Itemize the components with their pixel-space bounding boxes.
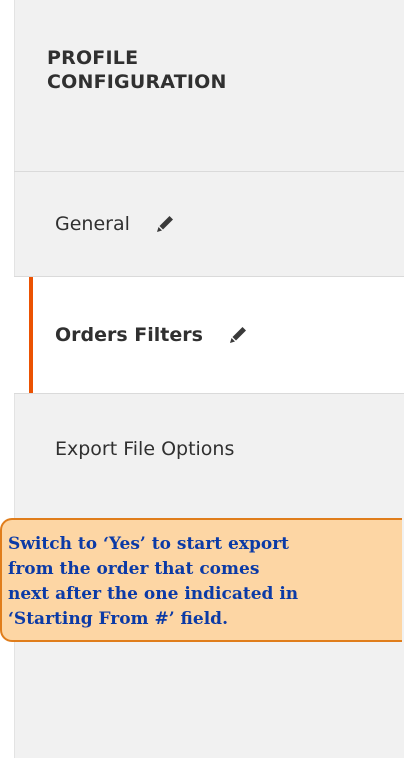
panel-title-line-1: PROFILE [47, 47, 139, 69]
panel-title-line-2: CONFIGURATION [47, 71, 227, 93]
pencil-icon[interactable] [154, 213, 176, 235]
tooltip-line: next after the one indicated in [8, 584, 299, 604]
sidebar-item-label: General [55, 213, 130, 235]
sidebar-item-general[interactable]: General [14, 172, 404, 276]
tooltip-line: ‘Starting From #’ field. [8, 609, 228, 629]
tooltip-line: from the order that comes [8, 559, 260, 579]
tooltip-line: Switch to ‘Yes’ to start export [8, 534, 290, 554]
sidebar-item-export-file-options[interactable]: Export File Options [14, 394, 404, 504]
sidebar-item-orders-filters[interactable]: Orders Filters [14, 277, 404, 393]
sidebar-item-label: Export File Options [55, 438, 235, 460]
sidebar-item-label: Orders Filters [55, 324, 203, 346]
help-tooltip: Switch to ‘Yes’ to start export from the… [0, 518, 402, 642]
panel-title: PROFILE CONFIGURATION [47, 46, 347, 94]
pencil-icon[interactable] [227, 324, 249, 346]
